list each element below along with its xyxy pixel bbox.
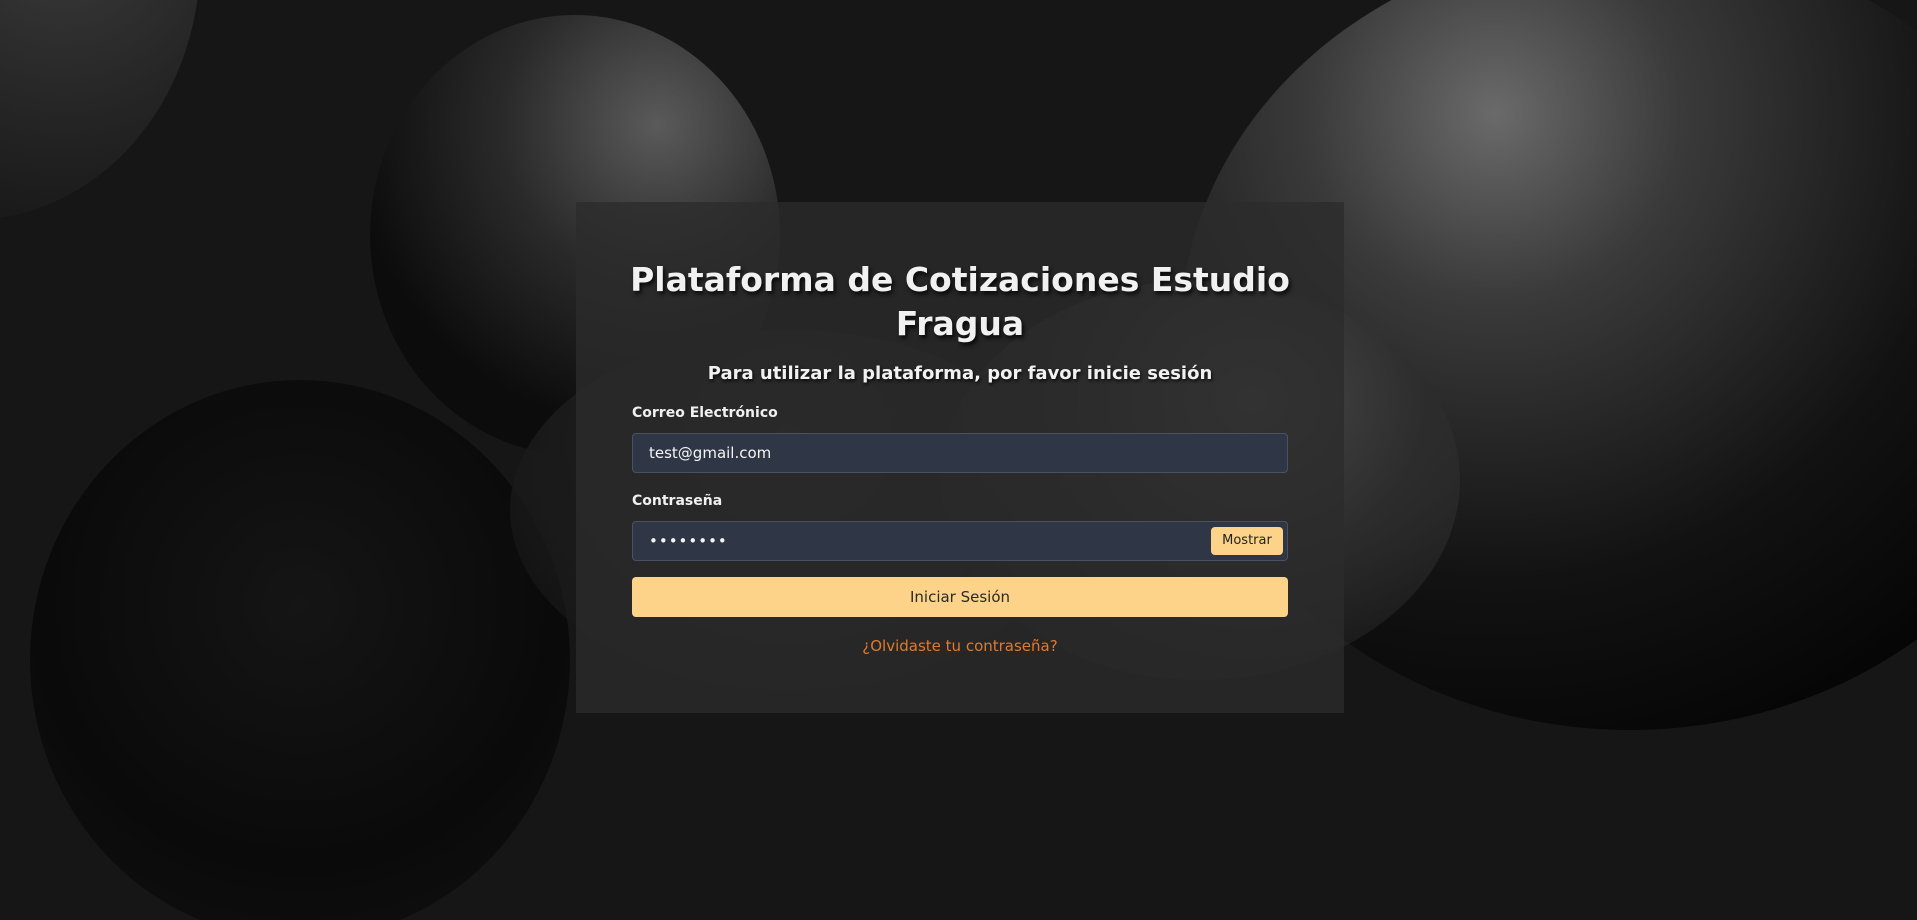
email-label: Correo Electrónico (632, 405, 778, 421)
page-title: Plataforma de Cotizaciones Estudio Fragu… (630, 260, 1290, 343)
background-blob (0, 0, 200, 220)
login-subtitle: Para utilizar la plataforma, por favor i… (707, 363, 1213, 384)
login-card: Plataforma de Cotizaciones Estudio Fragu… (576, 202, 1344, 713)
forgot-password-link[interactable]: ¿Olvidaste tu contraseña? (576, 636, 1344, 656)
background-blob (30, 380, 570, 920)
show-password-button[interactable]: Mostrar (1211, 527, 1283, 555)
email-field[interactable]: test@gmail.com (632, 433, 1288, 473)
login-button[interactable]: Iniciar Sesión (632, 577, 1288, 617)
password-field[interactable]: •••••••• (632, 521, 1288, 561)
password-label: Contraseña (632, 493, 723, 509)
